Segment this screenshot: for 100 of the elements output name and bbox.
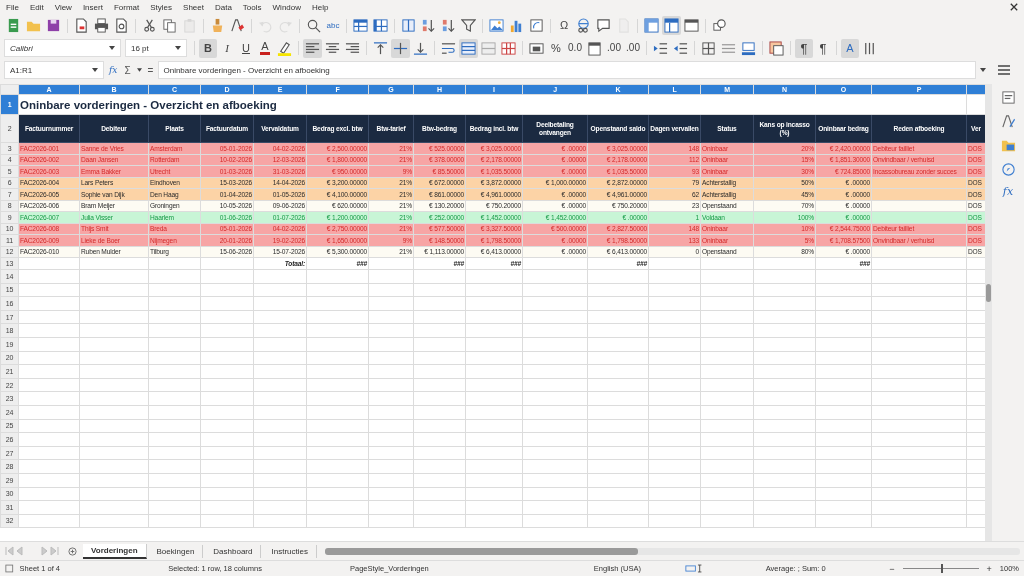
italic-button[interactable]: I	[218, 38, 236, 58]
stacked-text-button[interactable]: A	[841, 38, 859, 58]
table-icon	[373, 18, 388, 33]
align-left-icon	[305, 40, 320, 56]
navigator-button[interactable]	[999, 161, 1017, 178]
zoom-slider[interactable]	[902, 564, 979, 573]
menu-item[interactable]: Format	[113, 2, 140, 12]
caret-icon	[92, 68, 98, 72]
vertical-lines-icon	[862, 40, 877, 56]
merge-center-button[interactable]	[459, 38, 478, 58]
center-vertically-button[interactable]	[391, 38, 410, 58]
properties-button[interactable]	[999, 89, 1017, 106]
align-right-icon	[345, 40, 360, 56]
center-vertically-icon	[393, 40, 408, 56]
table-icon	[461, 40, 476, 56]
menu-item[interactable]: Data	[214, 2, 232, 12]
autofilter-button[interactable]	[459, 16, 478, 35]
zoom-in-button[interactable]: +	[984, 563, 994, 574]
menu-item[interactable]: File	[6, 2, 19, 12]
bar-chart-icon	[509, 18, 524, 33]
comment-button[interactable]	[594, 16, 613, 35]
table-icon	[664, 18, 679, 33]
sum-button[interactable]: Σ	[122, 64, 133, 76]
number-format-general-button[interactable]: 0.0	[566, 38, 584, 58]
close-icon[interactable]	[1010, 3, 1018, 11]
vertical-scrollbar[interactable]	[985, 84, 992, 541]
paintbrush-icon	[210, 18, 225, 33]
sort-descending-icon	[441, 18, 456, 33]
menu-item[interactable]: Styles	[150, 2, 173, 12]
sort-ascending-icon	[421, 18, 436, 33]
borders-icon	[701, 40, 716, 56]
insert-image-button[interactable]	[487, 16, 506, 35]
insert-rows-button[interactable]	[351, 16, 370, 35]
window-button[interactable]	[682, 16, 701, 35]
split-window-button[interactable]	[662, 16, 681, 35]
copy-icon	[162, 18, 177, 33]
save-status-icon	[5, 564, 14, 573]
font-size-box[interactable]: 16 pt	[125, 39, 187, 57]
menu-icon[interactable]	[998, 65, 1010, 75]
calendar-icon	[587, 40, 602, 56]
shapes-icon	[712, 18, 727, 33]
name-box[interactable]: A1:R1	[4, 61, 104, 79]
clipboard-icon	[182, 18, 197, 33]
add-sheet-icon[interactable]	[68, 546, 77, 556]
caret-icon	[136, 68, 142, 72]
right-to-left-button[interactable]: ¶	[814, 38, 832, 58]
font-name-box[interactable]: Calibri	[4, 39, 121, 57]
print-button[interactable]	[92, 16, 111, 35]
formula-button[interactable]: =	[145, 64, 156, 76]
functions-button[interactable]: fx	[1001, 185, 1015, 198]
caret-icon	[980, 68, 986, 72]
window-icon	[684, 18, 699, 33]
menu-item[interactable]: View	[54, 2, 72, 12]
sheet-tab[interactable]: Vorderingen	[83, 543, 147, 559]
zoom-out-button[interactable]: −	[887, 563, 897, 574]
conditional-format-button[interactable]	[767, 38, 786, 58]
function-wizard-button[interactable]: fx	[107, 65, 120, 75]
copy-button[interactable]	[160, 16, 179, 35]
menu-item[interactable]: Tools	[242, 2, 262, 12]
menu-item[interactable]: Help	[312, 2, 329, 12]
indent-icon	[653, 40, 668, 56]
spelling-button[interactable]: abc	[324, 16, 342, 35]
sheet-tab[interactable]: Instructies	[263, 544, 317, 558]
menu-item[interactable]: Window	[272, 2, 301, 12]
special-character-button[interactable]: Ω	[555, 16, 573, 35]
bold-button[interactable]: B	[199, 38, 217, 58]
align-bottom-icon	[413, 40, 428, 56]
font-color-button[interactable]: A	[256, 38, 274, 58]
outdent-icon	[673, 40, 688, 56]
folder-image-icon	[1000, 138, 1016, 153]
table-icon	[501, 40, 516, 56]
delete-decimal-button[interactable]: .00	[624, 38, 642, 58]
document-icon	[6, 18, 21, 33]
add-decimal-button[interactable]: .00	[605, 38, 623, 58]
sheet-tab[interactable]: Boekingen	[148, 544, 204, 558]
sort-button[interactable]	[399, 16, 418, 35]
insert-columns-button[interactable]	[371, 16, 390, 35]
horizontal-scrollbar[interactable]	[324, 547, 1020, 555]
brush-icon	[1000, 114, 1016, 129]
percent-format-button[interactable]: %	[547, 38, 565, 58]
styles-button[interactable]	[999, 113, 1017, 130]
menu-item[interactable]: Insert	[82, 2, 103, 12]
preview-icon	[114, 18, 129, 33]
formula-input[interactable]: Oninbare vorderingen - Overzicht en afboeking	[158, 61, 976, 79]
sheet-tab[interactable]: Dashboard	[205, 544, 262, 558]
align-center-icon	[325, 40, 340, 56]
globe-icon	[576, 18, 591, 33]
menu-item[interactable]: Sheet	[183, 2, 204, 12]
search-icon	[306, 18, 321, 33]
align-top-icon	[373, 40, 388, 56]
compass-icon	[1000, 162, 1016, 177]
funnel-icon	[461, 18, 476, 33]
underline-button[interactable]: U	[237, 38, 255, 58]
left-to-right-button[interactable]: ¶	[795, 38, 813, 58]
caret-icon	[175, 46, 181, 50]
align-left-button[interactable]	[303, 38, 322, 58]
caret-icon	[109, 46, 115, 50]
scrollbar-thumb[interactable]	[324, 547, 638, 555]
menu-item[interactable]: Edit	[29, 2, 44, 12]
freeze-panes-button[interactable]	[642, 16, 661, 35]
